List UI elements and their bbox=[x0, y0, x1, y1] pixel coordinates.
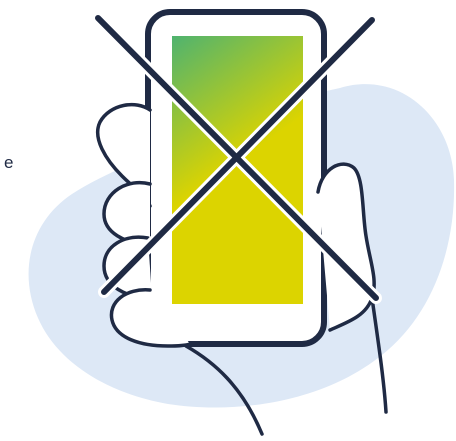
phone-screen bbox=[172, 36, 303, 304]
hand-holding-phone-crossed-out-icon bbox=[28, 9, 455, 436]
phone-bottom-bar bbox=[172, 306, 303, 316]
